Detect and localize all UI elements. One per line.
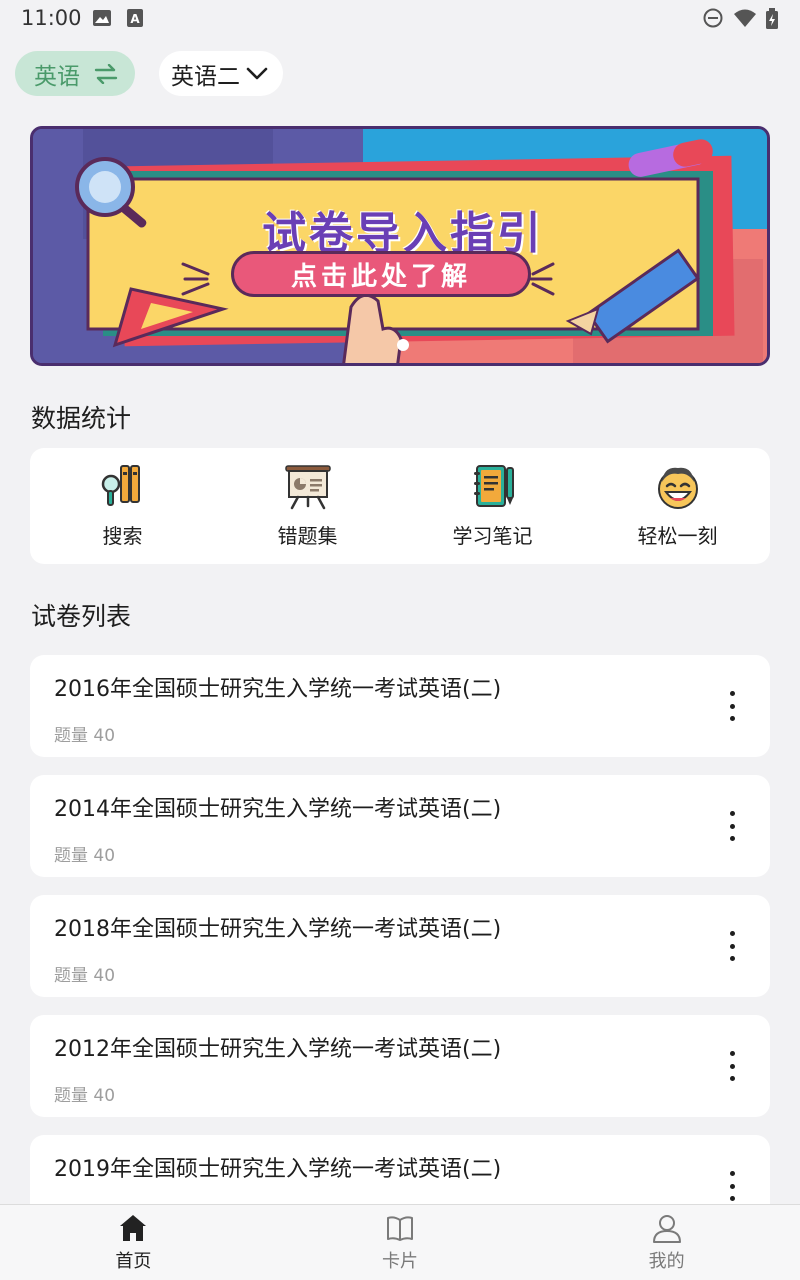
- subject-switch-button[interactable]: 英语: [15, 51, 135, 96]
- paper-list-item[interactable]: 2012年全国硕士研究生入学统一考试英语(二) 题量 40: [30, 1015, 770, 1117]
- home-screen: 11:00 A 英语 英语二 试卷导入指引 点击此处了解 数据统计 搜索 错题集…: [0, 0, 800, 1280]
- banner-page-indicator: [397, 339, 409, 351]
- nav-item-home[interactable]: 首页: [0, 1205, 267, 1280]
- battery-charging-icon: [766, 8, 778, 29]
- paper-list-section-title: 试卷列表: [31, 602, 132, 631]
- paper-list-item[interactable]: 2018年全国硕士研究生入学统一考试英语(二) 题量 40: [30, 895, 770, 997]
- paper-title: 2012年全国硕士研究生入学统一考试英语(二): [54, 1037, 502, 1062]
- nav-label: 首页: [115, 1251, 152, 1272]
- stats-card: 搜索 错题集 学习笔记 轻松一刻: [30, 448, 770, 564]
- notebook-icon: [473, 465, 514, 507]
- paper-list-item[interactable]: 2014年全国硕士研究生入学统一考试英语(二) 题量 40: [30, 775, 770, 877]
- stats-section-title: 数据统计: [31, 404, 132, 433]
- paper-title: 2019年全国硕士研究生入学统一考试英语(二): [54, 1157, 502, 1182]
- more-options-button[interactable]: [720, 1051, 744, 1081]
- paper-question-count: 题量 40: [54, 966, 116, 986]
- paper-title: 2014年全国硕士研究生入学统一考试英语(二): [54, 797, 502, 822]
- nav-label: 卡片: [382, 1251, 418, 1272]
- swap-arrows-icon: [94, 63, 118, 84]
- paper-title: 2018年全国硕士研究生入学统一考试英语(二): [54, 917, 502, 942]
- paper-question-count: 题量 40: [54, 726, 116, 746]
- status-time: 11:00: [21, 6, 82, 30]
- stat-item-relax[interactable]: 轻松一刻: [585, 448, 770, 564]
- image-notification-icon: [93, 10, 111, 26]
- paper-question-count: 题量 40: [54, 1086, 116, 1106]
- paper-list-item[interactable]: 2016年全国硕士研究生入学统一考试英语(二) 题量 40: [30, 655, 770, 757]
- paper-question-count: 题量 40: [54, 846, 116, 866]
- presentation-board-icon: [284, 465, 331, 510]
- stat-label: 轻松一刻: [637, 524, 718, 548]
- laughing-face-icon: [657, 467, 698, 509]
- stat-item-wrong-questions[interactable]: 错题集: [215, 448, 400, 564]
- more-options-button[interactable]: [720, 691, 744, 721]
- nav-item-cards[interactable]: 卡片: [267, 1205, 534, 1280]
- paper-title: 2016年全国硕士研究生入学统一考试英语(二): [54, 677, 502, 702]
- more-options-button[interactable]: [720, 1171, 744, 1201]
- book-icon: [387, 1216, 413, 1241]
- search-books-icon: [101, 465, 140, 506]
- home-icon: [120, 1215, 147, 1241]
- text-notification-icon: A: [127, 9, 143, 27]
- stat-label: 学习笔记: [452, 524, 533, 548]
- status-bar: 11:00 A: [0, 0, 800, 36]
- chevron-down-icon: [246, 67, 268, 79]
- stat-label: 搜索: [102, 524, 143, 548]
- stat-item-search[interactable]: 搜索: [30, 448, 215, 564]
- exam-type-label: 英语二: [171, 63, 240, 90]
- nav-item-profile[interactable]: 我的: [533, 1205, 800, 1280]
- more-options-button[interactable]: [720, 811, 744, 841]
- do-not-disturb-icon: [703, 8, 723, 28]
- user-icon: [652, 1215, 681, 1243]
- bottom-navigation: 首页 卡片 我的: [0, 1204, 800, 1280]
- stat-item-study-notes[interactable]: 学习笔记: [400, 448, 585, 564]
- import-guide-banner[interactable]: 试卷导入指引 点击此处了解: [30, 126, 770, 366]
- nav-label: 我的: [648, 1251, 685, 1272]
- more-options-button[interactable]: [720, 931, 744, 961]
- wifi-icon: [734, 9, 756, 27]
- exam-type-dropdown[interactable]: 英语二: [159, 51, 283, 96]
- banner-learn-more-button[interactable]: 点击此处了解: [231, 251, 531, 297]
- subject-label: 英语: [34, 63, 80, 90]
- svg-text:A: A: [130, 12, 140, 26]
- stat-label: 错题集: [277, 524, 338, 548]
